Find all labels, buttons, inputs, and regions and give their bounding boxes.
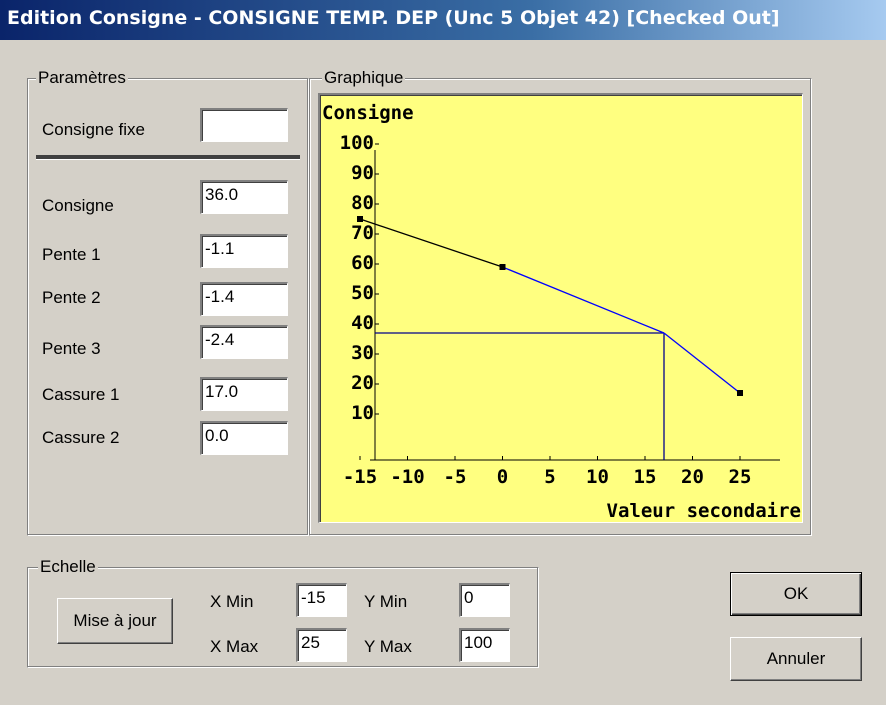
xmin-field[interactable]: -15 bbox=[296, 583, 347, 617]
ymin-field[interactable]: 0 bbox=[459, 583, 510, 617]
y-tick-label: 70 bbox=[351, 222, 374, 244]
pente2-label: Pente 2 bbox=[42, 288, 101, 307]
ymax-field[interactable]: 100 bbox=[459, 628, 510, 662]
y-tick-label: 30 bbox=[351, 342, 374, 364]
y-tick-label: 90 bbox=[351, 162, 374, 184]
pente2-field[interactable]: -1.4 bbox=[200, 282, 288, 316]
pente1-label: Pente 1 bbox=[42, 245, 101, 264]
cassure1-field[interactable]: 17.0 bbox=[200, 377, 288, 411]
graphique-legend: Graphique bbox=[322, 68, 406, 88]
x-tick-label: 10 bbox=[586, 466, 609, 488]
y-tick-label: 50 bbox=[351, 282, 374, 304]
y-tick-label: 100 bbox=[340, 132, 374, 154]
x-tick-label: -15 bbox=[343, 466, 377, 488]
data-point-marker bbox=[499, 264, 506, 270]
consigne-fixe-label: Consigne fixe bbox=[42, 120, 146, 139]
xmax-label: X Max bbox=[210, 637, 259, 656]
chart-svg: Consigne Valeur secondaire 1020304050607… bbox=[322, 102, 801, 522]
parametres-legend: Paramètres bbox=[36, 68, 128, 88]
xmin-label: X Min bbox=[210, 592, 254, 611]
cassure2-label: Cassure 2 bbox=[42, 428, 120, 447]
x-tick-label: 5 bbox=[544, 466, 555, 488]
series-segment bbox=[663, 332, 741, 394]
chart-x-axis-label: Valeur secondaire bbox=[607, 500, 801, 522]
data-point-marker bbox=[737, 390, 743, 396]
series-segment bbox=[502, 266, 665, 334]
x-tick-label: 15 bbox=[634, 466, 657, 488]
title-bar[interactable]: Edition Consigne - CONSIGNE TEMP. DEP (U… bbox=[0, 0, 886, 40]
chart-y-axis-label: Consigne bbox=[322, 102, 414, 124]
x-tick-label: 25 bbox=[729, 466, 752, 488]
cassure1-label: Cassure 1 bbox=[42, 385, 120, 404]
ymin-label: Y Min bbox=[364, 592, 408, 611]
consigne-fixe-field[interactable] bbox=[200, 108, 288, 142]
y-tick-label: 40 bbox=[351, 312, 374, 334]
x-tick-label: -5 bbox=[444, 466, 467, 488]
y-tick-label: 60 bbox=[351, 252, 374, 274]
echelle-legend: Echelle bbox=[38, 557, 98, 577]
y-tick-label: 10 bbox=[351, 402, 374, 424]
window-title: Edition Consigne - CONSIGNE TEMP. DEP (U… bbox=[7, 7, 780, 29]
series-segment bbox=[359, 218, 503, 268]
ymax-label: Y Max bbox=[364, 637, 412, 656]
x-tick-label: 20 bbox=[681, 466, 704, 488]
x-tick-label: -10 bbox=[390, 466, 424, 488]
cassure2-field[interactable]: 0.0 bbox=[200, 421, 288, 455]
xmax-field[interactable]: 25 bbox=[296, 628, 347, 662]
y-tick-label: 80 bbox=[351, 192, 374, 214]
update-scale-button[interactable]: Mise à jour bbox=[57, 598, 173, 644]
consigne-field[interactable]: 36.0 bbox=[200, 180, 288, 214]
parameters-separator bbox=[36, 155, 300, 160]
dialog-window: Edition Consigne - CONSIGNE TEMP. DEP (U… bbox=[0, 0, 886, 705]
pente1-field[interactable]: -1.1 bbox=[200, 234, 288, 268]
chart-area: Consigne Valeur secondaire 10 20 30 40 50 60 7… bbox=[318, 93, 803, 523]
cancel-button[interactable]: Annuler bbox=[730, 637, 862, 681]
pente3-field[interactable]: -2.4 bbox=[200, 325, 288, 359]
consigne-label: Consigne bbox=[42, 196, 114, 215]
pente3-label: Pente 3 bbox=[42, 339, 101, 358]
y-tick-label: 20 bbox=[351, 372, 374, 394]
data-point-marker bbox=[357, 216, 363, 222]
ok-button[interactable]: OK bbox=[730, 572, 862, 616]
x-tick-label: 0 bbox=[497, 466, 508, 488]
